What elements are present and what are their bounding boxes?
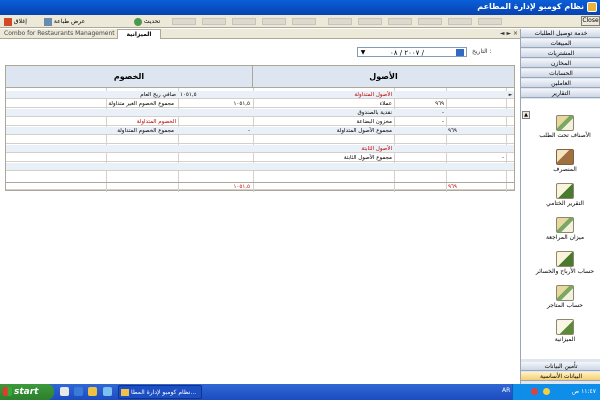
current-row-arrow-icon: ► <box>508 92 513 98</box>
refresh-icon <box>134 17 142 26</box>
toolbar-disabled-button[interactable] <box>358 18 382 25</box>
document-tab-title[interactable]: Combo for Restaurants Management <box>4 29 115 39</box>
book-icon <box>556 149 574 165</box>
toolbar-disabled-button[interactable] <box>202 18 226 25</box>
language-indicator[interactable]: AR <box>502 387 510 394</box>
assets-header: الأصول <box>253 66 514 88</box>
security-icon[interactable] <box>531 388 538 395</box>
sidebar-item-issued[interactable]: المنصرف <box>531 149 599 173</box>
table-row[interactable]: ► ١٠٥١,٥ صافي ربح العام الأصول المتداولة <box>6 91 514 99</box>
toolbar-disabled-button[interactable] <box>418 18 442 25</box>
navigation-sidebar: خدمة توصيل الطلبات المبيعات المشتريات ال… <box>520 29 600 384</box>
sidebar-item-accounts[interactable]: الحسابات <box>521 69 600 78</box>
sidebar-item-purchases[interactable]: المشتريات <box>521 49 600 58</box>
network-icon[interactable] <box>543 388 550 395</box>
date-value: ٢٠٠٧ / ٠٨ / <box>390 49 424 57</box>
printer-icon <box>44 17 52 26</box>
table-row[interactable] <box>6 136 514 144</box>
windows-flag-icon <box>3 387 12 396</box>
start-button[interactable]: start <box>0 384 54 400</box>
print-preview-button[interactable]: عرض طباعة <box>42 16 85 27</box>
toolbar-disabled-button[interactable] <box>232 18 256 25</box>
windows-taskbar: start نظام كومبو لإدارة المطا... AR ١١:٤… <box>0 384 600 400</box>
sidebar-item-reports[interactable]: التقارير <box>521 89 600 98</box>
browser-icon[interactable] <box>74 387 84 396</box>
balance-sheet-grid: الخصوم الأصول ► ١٠٥١,٥ صافي ربح العام ال… <box>5 65 515 192</box>
refresh-button[interactable]: تحديث <box>132 16 160 27</box>
date-filter-bar: ▼ ٢٠٠٧ / ٠٨ / التاريخ : <box>0 40 520 64</box>
clock: ١١:٤٧ ص <box>571 388 596 395</box>
date-selected-segment <box>456 49 464 56</box>
app-window-icon <box>121 389 129 396</box>
sidebar-item-employees[interactable]: العاملين <box>521 79 600 88</box>
tab-nav-controls[interactable]: ◄ ► × <box>500 29 518 39</box>
document-tabs: Combo for Restaurants Management الميزان… <box>0 29 520 39</box>
date-picker[interactable]: ▼ ٢٠٠٧ / ٠٨ / <box>357 47 467 57</box>
date-label: التاريخ : <box>472 48 492 55</box>
toolbar-disabled-button[interactable] <box>478 18 502 25</box>
scale-icon <box>556 319 574 335</box>
sidebar-item-basic-data[interactable]: البيانات الأساسية <box>521 372 600 381</box>
toolbar-disabled-button[interactable] <box>388 18 412 25</box>
report-icon <box>556 285 574 301</box>
sidebar-item-data-backup[interactable]: تأمين البيانات <box>521 362 600 371</box>
close-button[interactable]: Close <box>581 16 600 26</box>
pen-icon <box>556 251 574 267</box>
sidebar-item-final-report[interactable]: التقرير الختامي <box>531 183 599 207</box>
window-title: نظام كومبو لإدارة المطاعم <box>477 2 584 11</box>
media-icon[interactable] <box>102 387 112 396</box>
toolbar-disabled-button[interactable] <box>262 18 286 25</box>
sidebar-item-trading-account[interactable]: حساب المتاجر <box>531 285 599 309</box>
chevron-down-icon[interactable]: ▼ <box>359 49 367 56</box>
sidebar-item-sales[interactable]: المبيعات <box>521 39 600 48</box>
folder-icon[interactable] <box>88 387 98 396</box>
sidebar-item-pending-items[interactable]: الأصناف تحت الطلب <box>531 115 599 139</box>
toolbar-disabled-button[interactable] <box>292 18 316 25</box>
close-door-icon <box>4 17 12 26</box>
toolbar-disabled-button[interactable] <box>448 18 472 25</box>
totals-row[interactable]: ١٠٥١,٥ ٩٦٩ <box>6 182 514 190</box>
pen-icon <box>556 183 574 199</box>
report-icon <box>556 217 574 233</box>
window-title-bar: نظام كومبو لإدارة المطاعم <box>0 0 600 15</box>
report-icon <box>556 115 574 131</box>
sidebar-item-balance-sheet[interactable]: الميزانية <box>531 319 599 343</box>
app-icon <box>587 2 597 12</box>
toolbar-disabled-button[interactable] <box>172 18 196 25</box>
sidebar-item-trial-balance[interactable]: ميزان المراجعة <box>531 217 599 241</box>
table-row[interactable]: مجموع الأصول الثابتة - <box>6 154 514 162</box>
liabilities-header: الخصوم <box>6 66 253 88</box>
toolbar: إغلاق عرض طباعة تحديث <box>0 15 600 28</box>
table-row[interactable]: الأصول الثابتة <box>6 145 514 153</box>
desktop-icon[interactable] <box>60 387 69 396</box>
scroll-up-button[interactable]: ▲ <box>522 111 530 119</box>
taskbar-app-button[interactable]: نظام كومبو لإدارة المطا... <box>118 385 202 399</box>
table-row[interactable]: نقدية بالصندوق - <box>6 109 514 117</box>
table-row[interactable]: مجموع الخصوم المتداولة - مجموع الأصول ال… <box>6 127 514 135</box>
sidebar-item-delivery[interactable]: خدمة توصيل الطلبات <box>521 29 600 38</box>
quick-launch <box>60 387 115 397</box>
sidebar-item-stores[interactable]: المخازن <box>521 59 600 68</box>
toolbar-disabled-button[interactable] <box>328 18 352 25</box>
sidebar-item-profit-loss[interactable]: حساب الأرباح والخسائر <box>531 251 599 275</box>
close-report-button[interactable]: إغلاق <box>2 16 27 27</box>
system-tray: ١١:٤٧ ص <box>512 384 600 400</box>
table-row[interactable] <box>6 163 514 171</box>
table-row[interactable]: مجموع الخصوم الغير متداولة ١٠٥١,٥ عملاء … <box>6 100 514 108</box>
tab-balance-sheet[interactable]: الميزانية <box>117 29 161 39</box>
table-row[interactable]: الخصوم المتداولة مخزون البضاعة - <box>6 118 514 126</box>
